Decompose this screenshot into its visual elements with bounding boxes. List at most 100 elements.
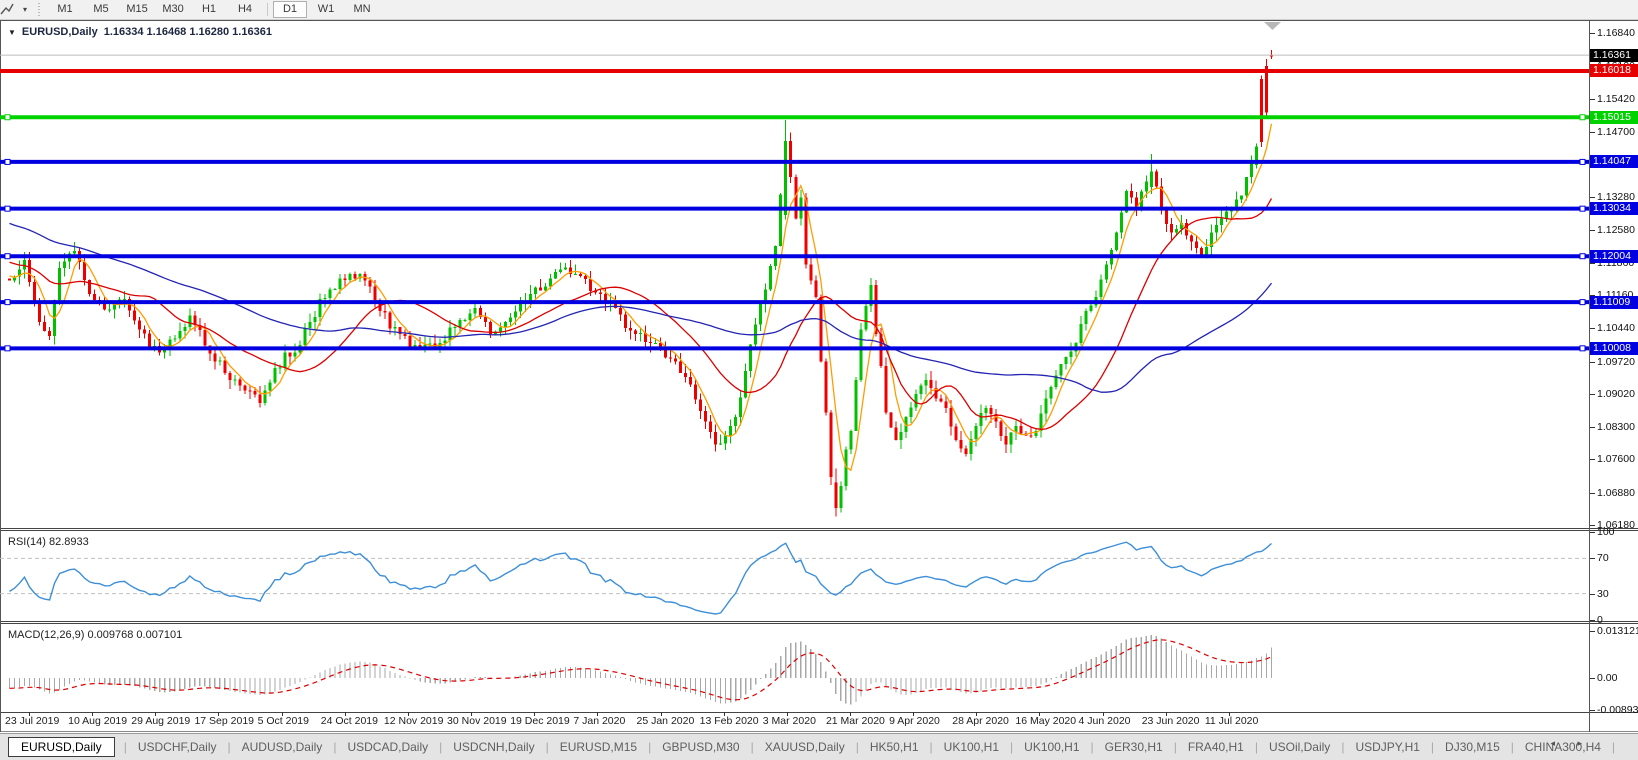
date-label: 7 Jan 2020 [573, 715, 625, 727]
date-label: 16 May 2020 [1015, 715, 1076, 727]
date-label: 19 Dec 2019 [510, 715, 570, 727]
level-line-blue-3-handle[interactable] [5, 254, 10, 259]
tab-divider: | [751, 740, 754, 754]
tab-divider: | [1431, 740, 1434, 754]
price-box: 1.15015 [1590, 111, 1638, 124]
timeframe-button-w1[interactable]: W1 [309, 1, 343, 18]
timeframe-button-h4[interactable]: H4 [228, 1, 262, 18]
macd-indicator-label: MACD(12,26,9) 0.009768 0.007101 [8, 629, 182, 641]
timeframe-button-m1[interactable]: M1 [48, 1, 82, 18]
chart-tab[interactable]: GBPUSD,M30 [660, 738, 741, 756]
level-line-blue-4-handle[interactable] [1580, 300, 1585, 305]
date-label: 9 Apr 2020 [889, 715, 940, 727]
tab-divider: | [1255, 740, 1258, 754]
toolbar-separator [267, 3, 268, 16]
tab-divider: | [648, 740, 651, 754]
price-box: 1.12004 [1590, 250, 1638, 263]
chart-tab[interactable]: USDJPY,H1 [1353, 738, 1421, 756]
price-tick-label: 1.16840 [1597, 27, 1638, 39]
toolbar-grip[interactable] [36, 3, 41, 16]
chart-tab[interactable]: USOil,Daily [1267, 738, 1332, 756]
chart-tab-bar: EURUSD,Daily | USDCHF,Daily | AUDUSD,Daily | U… [0, 733, 1638, 760]
level-line-blue-5-handle[interactable] [5, 346, 10, 351]
macd-tick-mark [1590, 678, 1595, 679]
tab-scroll-arrows[interactable]: ◂ ▸ [1550, 738, 1592, 749]
price-box: 1.11009 [1590, 296, 1638, 309]
chart-tab[interactable]: XAUUSD,Daily [763, 738, 847, 756]
rsi-tick-label: 30 [1597, 588, 1638, 600]
price-tick-label: 1.12580 [1597, 224, 1638, 236]
collapse-triangle-icon[interactable]: ▼ [8, 28, 16, 37]
resistance-line-green-handle[interactable] [1580, 115, 1585, 120]
chart-tab[interactable]: DJ30,M15 [1443, 738, 1502, 756]
price-tick-label: 1.10440 [1597, 322, 1638, 334]
chart-tab[interactable]: UK100,H1 [1022, 738, 1081, 756]
tab-divider: | [1612, 740, 1615, 754]
level-line-blue-2-handle[interactable] [1580, 206, 1585, 211]
price-tick-label: 1.09020 [1597, 388, 1638, 400]
macd-tick-label: 0.00 [1597, 672, 1638, 684]
chart-tab[interactable]: FRA40,H1 [1186, 738, 1246, 756]
price-tick-mark [1590, 33, 1595, 34]
chart-tab[interactable]: USDCAD,Daily [345, 738, 430, 756]
chart-tab[interactable]: GER30,H1 [1103, 738, 1165, 756]
timeframe-button-m5[interactable]: M5 [84, 1, 118, 18]
timeframe-buttons: M1M5M15M30H1H4 D1W1MN [47, 1, 380, 18]
tab-divider: | [1091, 740, 1094, 754]
price-tick-mark [1590, 263, 1595, 264]
rsi-pane[interactable] [0, 531, 1589, 623]
level-line-blue-5-handle[interactable] [1580, 346, 1585, 351]
level-line-blue-2-handle[interactable] [5, 206, 10, 211]
date-label: 5 Oct 2019 [258, 715, 309, 727]
chart-tab[interactable]: UK100,H1 [942, 738, 1001, 756]
chart-tab[interactable]: EURUSD,M15 [558, 738, 639, 756]
chart-window[interactable]: ▼ EURUSD,Daily 1.16334 1.16468 1.16280 1… [0, 20, 1638, 732]
price-axis-border [1589, 20, 1590, 732]
chart-shift-marker-icon[interactable] [1264, 22, 1281, 30]
price-tick-label: 1.15420 [1597, 93, 1638, 105]
chart-tab[interactable]: AUDUSD,Daily [240, 738, 325, 756]
resistance-line-green-handle[interactable] [5, 115, 10, 120]
price-tick-mark [1590, 328, 1595, 329]
level-line-blue-4-handle[interactable] [5, 300, 10, 305]
ohlc-values: 1.16334 1.16468 1.16280 1.16361 [104, 26, 272, 38]
date-label: 30 Nov 2019 [447, 715, 507, 727]
chart-tab-active[interactable]: EURUSD,Daily [8, 737, 115, 757]
chart-tab[interactable]: USDCNH,Daily [451, 738, 536, 756]
price-box: 1.10008 [1590, 342, 1638, 355]
tab-divider: | [1010, 740, 1013, 754]
price-tick-mark [1590, 197, 1595, 198]
date-label: 21 Mar 2020 [826, 715, 885, 727]
timeframe-button-m30[interactable]: M30 [156, 1, 190, 18]
tab-divider: | [930, 740, 933, 754]
chart-tab[interactable]: USDCHF,Daily [136, 738, 219, 756]
rsi-line [10, 542, 1272, 614]
date-label: 11 Jul 2020 [1205, 715, 1259, 727]
price-box: 1.14047 [1590, 155, 1638, 168]
main-price-pane[interactable] [0, 20, 1589, 530]
pane-border [0, 731, 1638, 732]
mt4-terminal: { "toolbar": { "timeframes": ["M1","M5",… [0, 0, 1638, 759]
timeframe-toolbar: ▾ M1M5M15M30H1H4 D1W1MN [0, 0, 1638, 20]
line-studies-icon[interactable] [4, 2, 22, 17]
timeframe-button-h1[interactable]: H1 [192, 1, 226, 18]
date-label: 28 Apr 2020 [952, 715, 1009, 727]
timeframe-button-d1[interactable]: D1 [273, 1, 307, 18]
level-line-blue-3-handle[interactable] [1580, 254, 1585, 259]
price-tick-mark [1590, 132, 1595, 133]
tab-divider: | [1511, 740, 1514, 754]
tab-divider: | [856, 740, 859, 754]
chart-tab[interactable]: HK50,H1 [868, 738, 921, 756]
dropdown-caret-icon[interactable]: ▾ [23, 5, 27, 14]
price-tick-mark [1590, 394, 1595, 395]
timeframe-button-m15[interactable]: M15 [120, 1, 154, 18]
date-label: 24 Oct 2019 [321, 715, 378, 727]
price-box: 1.16361 [1590, 49, 1638, 62]
timeframe-button-mn[interactable]: MN [345, 1, 379, 18]
macd-signal-line [10, 640, 1272, 700]
price-box: 1.13034 [1590, 202, 1638, 215]
price-tick-mark [1590, 427, 1595, 428]
macd-pane[interactable] [0, 624, 1589, 713]
level-line-blue-1-handle[interactable] [5, 159, 10, 164]
level-line-blue-1-handle[interactable] [1580, 159, 1585, 164]
